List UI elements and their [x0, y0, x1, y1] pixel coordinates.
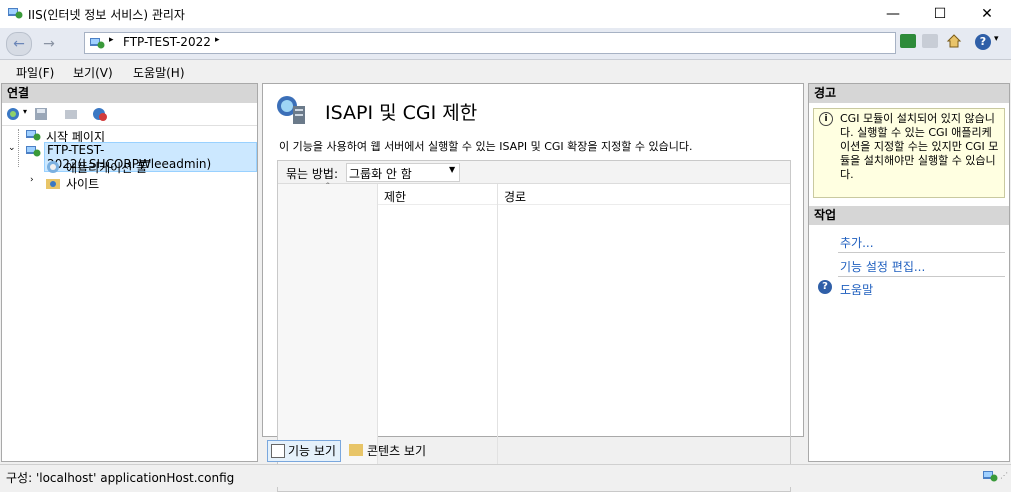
- tab-content-label: 콘텐츠 보기: [367, 444, 427, 458]
- connect-icon[interactable]: [6, 107, 22, 121]
- tree-item-sites[interactable]: 사이트: [66, 175, 99, 192]
- restrictions-list: [278, 184, 790, 468]
- chevron-down-icon: ▼: [449, 165, 456, 174]
- groupby-bar: 묶는 방법: 그룹화 안 함 ▼: [278, 161, 790, 184]
- refresh-icon[interactable]: [900, 34, 916, 48]
- action-help[interactable]: 도움말: [840, 281, 873, 298]
- tab-content-view[interactable]: 콘텐츠 보기: [349, 441, 426, 461]
- groupby-value: 그룹화 안 함: [349, 167, 412, 181]
- tree-expand-sites-icon[interactable]: ›: [30, 175, 34, 185]
- page-title: ISAPI 및 CGI 제한: [325, 102, 478, 124]
- actions-header: 작업: [809, 206, 1009, 225]
- stop-icon[interactable]: [922, 34, 938, 48]
- address-separator-2: ▸: [215, 35, 220, 45]
- actions-panel: 경고 i CGI 모듈이 설치되어 있지 않습니다. 실행할 수 있는 CGI …: [808, 83, 1010, 462]
- menu-bar: 파일(F) 보기(V) 도움말(H): [0, 60, 1011, 82]
- action-add[interactable]: 추가...: [840, 234, 874, 251]
- alerts-header: 경고: [809, 84, 1009, 103]
- tree-expand-server-icon[interactable]: ⌄: [8, 143, 16, 153]
- up-folder-icon[interactable]: [64, 107, 78, 121]
- connections-tree: 시작 페이지 ⌄ FTP-TEST-2022(LSHCORP₩leeadmin)…: [2, 126, 257, 426]
- feature-panel: ISAPI 및 CGI 제한 이 기능을 사용하여 웹 서버에서 실행할 수 있…: [262, 83, 804, 492]
- features-view-icon: [271, 444, 285, 458]
- tree-item-app-pools[interactable]: 애플리케이션 풀: [66, 159, 147, 176]
- isapi-cgi-feature-icon: [277, 96, 305, 124]
- help-icon[interactable]: ?: [975, 34, 991, 50]
- content-view-icon: [349, 444, 363, 456]
- sites-folder-icon: [46, 179, 60, 189]
- help-action-icon: ?: [818, 280, 832, 294]
- start-page-icon: [26, 130, 41, 141]
- window-title: IIS(인터넷 정보 서비스) 관리자: [28, 8, 185, 22]
- menu-file[interactable]: 파일(F): [16, 64, 54, 81]
- connect-dropdown-icon[interactable]: ▾: [23, 107, 27, 116]
- menu-view[interactable]: 보기(V): [73, 64, 113, 81]
- forward-button[interactable]: →: [36, 32, 62, 56]
- address-separator: ▸: [109, 35, 114, 45]
- back-button[interactable]: ←: [6, 32, 32, 56]
- menu-help[interactable]: 도움말(H): [133, 64, 185, 81]
- connections-panel: 연결 ▾ 시작 페이지 ⌄ FTP-TEST-2022(LSHCORP₩leea…: [1, 83, 258, 462]
- title-bar: IIS(인터넷 정보 서비스) 관리자 — ☐ ✕: [0, 0, 1011, 28]
- status-bar: 구성: 'localhost' applicationHost.config ⋰: [0, 464, 1011, 487]
- server-icon: [90, 38, 105, 49]
- connections-toolbar: ▾: [2, 103, 257, 126]
- alert-text: CGI 모듈이 설치되어 있지 않습니다. 실행할 수 있는 CGI 애플리케이…: [840, 112, 999, 181]
- minimize-button[interactable]: —: [870, 0, 916, 28]
- save-icon[interactable]: [34, 107, 48, 121]
- close-button[interactable]: ✕: [964, 0, 1010, 28]
- app-pools-icon: [47, 161, 59, 173]
- iis-app-icon: [8, 8, 23, 19]
- address-box[interactable]: ▸ FTP-TEST-2022 ▸: [84, 32, 896, 54]
- groupby-label: 묶는 방법:: [286, 167, 339, 181]
- connections-header: 연결: [2, 84, 257, 103]
- server-node-icon: [26, 146, 41, 157]
- address-path-item[interactable]: FTP-TEST-2022: [123, 35, 211, 49]
- address-bar: ← → ▸ FTP-TEST-2022 ▸ ? ▾: [0, 28, 1011, 60]
- status-text: 구성: 'localhost' applicationHost.config: [6, 471, 235, 485]
- home-icon[interactable]: [946, 33, 962, 49]
- resize-grip-icon[interactable]: ⋰: [1000, 471, 1008, 480]
- page-description: 이 기능을 사용하여 웹 서버에서 실행할 수 있는 ISAPI 및 CGI 확…: [279, 140, 693, 153]
- help-dropdown-icon[interactable]: ▾: [994, 34, 999, 44]
- alert-box: i CGI 모듈이 설치되어 있지 않습니다. 실행할 수 있는 CGI 애플리…: [813, 108, 1005, 198]
- groupby-select[interactable]: 그룹화 안 함 ▼: [346, 163, 460, 182]
- info-icon: i: [819, 112, 833, 126]
- tab-features-view[interactable]: 기능 보기: [267, 440, 341, 462]
- tab-features-label: 기능 보기: [288, 444, 336, 458]
- maximize-button[interactable]: ☐: [917, 0, 963, 28]
- status-server-icon: [983, 471, 998, 482]
- action-edit-feature-settings[interactable]: 기능 설정 편집...: [840, 258, 925, 275]
- delete-connection-icon[interactable]: [92, 106, 108, 122]
